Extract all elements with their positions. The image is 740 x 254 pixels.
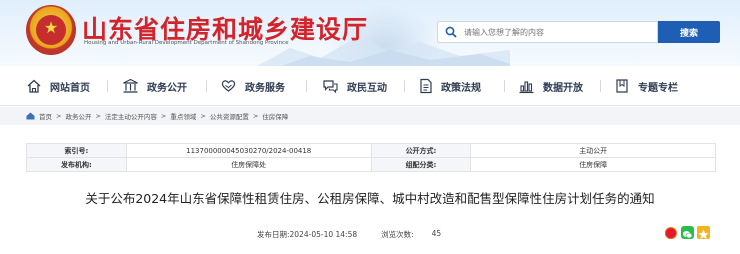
breadcrumb-item[interactable]: 住房保障	[262, 111, 288, 121]
nav-item-interaction[interactable]: 政民互动	[322, 77, 387, 95]
main-nav: 网站首页 政务公开 政务服务 政民互动 政策法规 数据开放 专题专栏	[0, 66, 740, 106]
search-box[interactable]	[437, 21, 658, 43]
weibo-icon[interactable]	[665, 226, 678, 239]
nav-divider	[306, 80, 307, 92]
nav-label: 网站首页	[50, 82, 90, 94]
nav-label: 政民互动	[347, 82, 387, 94]
share-bar	[665, 226, 710, 239]
document-icon	[420, 78, 432, 94]
nav-item-topics[interactable]: 专题专栏	[614, 77, 678, 95]
publish-info: 发布日期:2024-05-10 14:58 浏览次数: 45	[257, 229, 441, 240]
publish-date-label: 发布日期:	[257, 230, 290, 239]
nav-divider	[107, 80, 108, 92]
search-button[interactable]: 搜索	[658, 21, 720, 43]
breadcrumb-separator: >	[252, 112, 259, 120]
view-count: 浏览次数: 45	[381, 229, 441, 240]
government-building-icon	[123, 78, 138, 93]
issuer-label: 发布机构:	[26, 157, 127, 172]
breadcrumb-item[interactable]: 政务公开	[65, 111, 91, 121]
publish-date-value: 2024-05-10 14:58	[289, 230, 358, 239]
views-value: 45	[431, 229, 442, 238]
topic-icon	[616, 79, 628, 93]
breadcrumb-item[interactable]: 公共资源配置	[210, 111, 249, 121]
breadcrumb-separator: >	[160, 112, 167, 120]
breadcrumb-item[interactable]: 重点领域	[170, 111, 196, 121]
nav-label: 政务公开	[147, 82, 187, 94]
site-subtitle: Housing and Urban-Rural Development Depa…	[84, 40, 289, 46]
category-value: 住房保障	[470, 157, 716, 172]
nav-divider	[404, 80, 405, 92]
document-title: 关于公布2024年山东省保障性租赁住房、公租房保障、城中村改造和配售型保障性住房…	[85, 191, 655, 206]
breadcrumb-separator: >	[56, 112, 62, 120]
bar-chart-icon	[519, 81, 534, 94]
home-icon	[27, 79, 41, 93]
header-banner: ★ 山东省住房和城乡建设厅 Housing and Urban-Rural De…	[0, 0, 740, 66]
wechat-icon[interactable]	[681, 226, 694, 239]
chat-icon	[323, 80, 338, 94]
nav-item-home[interactable]: 网站首页	[26, 77, 90, 95]
nav-divider	[600, 80, 601, 92]
search-input[interactable]	[464, 27, 644, 37]
publicity-label: 公开方式:	[370, 143, 472, 158]
nav-item-gov-services[interactable]: 政务服务	[220, 77, 285, 95]
nav-item-policies[interactable]: 政策法规	[418, 77, 481, 95]
table-row: 索引号: 11370000004503027​0/2024-00418 公开方式…	[26, 143, 716, 158]
heart-hand-icon	[221, 80, 236, 92]
nav-label: 政务服务	[245, 82, 285, 94]
category-label: 组配分类:	[370, 157, 472, 172]
search-icon	[438, 26, 464, 38]
nav-label: 政策法规	[441, 82, 481, 94]
home-icon[interactable]	[26, 112, 35, 120]
breadcrumb-separator: >	[200, 112, 206, 120]
issuer-value: 住房保障处	[125, 157, 372, 172]
table-row: 发布机构: 住房保障处 组配分类: 住房保障	[26, 157, 716, 172]
nav-item-open-data[interactable]: 数据开放	[518, 77, 583, 95]
index-label: 索引号:	[26, 143, 127, 158]
breadcrumb-separator: >	[95, 112, 101, 120]
breadcrumb-item[interactable]: 法定主动公开内容	[105, 111, 157, 121]
nav-label: 数据开放	[543, 82, 583, 94]
breadcrumb: 首页 > 政务公开 > 法定主动公开内容 > 重点领域 > 公共资源配置 > 住房保障	[0, 107, 740, 125]
breadcrumb-item[interactable]: 首页	[39, 111, 52, 121]
qzone-icon[interactable]	[697, 226, 710, 239]
publicity-value: 主动公开	[470, 143, 716, 158]
nav-divider	[206, 80, 207, 92]
nav-label: 专题专栏	[638, 82, 678, 94]
nav-divider	[504, 80, 505, 92]
publish-date: 发布日期:2024-05-10 14:58	[257, 229, 357, 240]
index-value: 11370000004503027​0/2024-00418	[125, 143, 372, 158]
views-label: 浏览次数:	[381, 230, 414, 239]
nav-item-gov-affairs[interactable]: 政务公开	[122, 77, 187, 95]
document-meta-table: 索引号: 11370000004503027​0/2024-00418 公开方式…	[26, 143, 716, 172]
national-emblem-icon[interactable]: ★	[26, 5, 76, 55]
